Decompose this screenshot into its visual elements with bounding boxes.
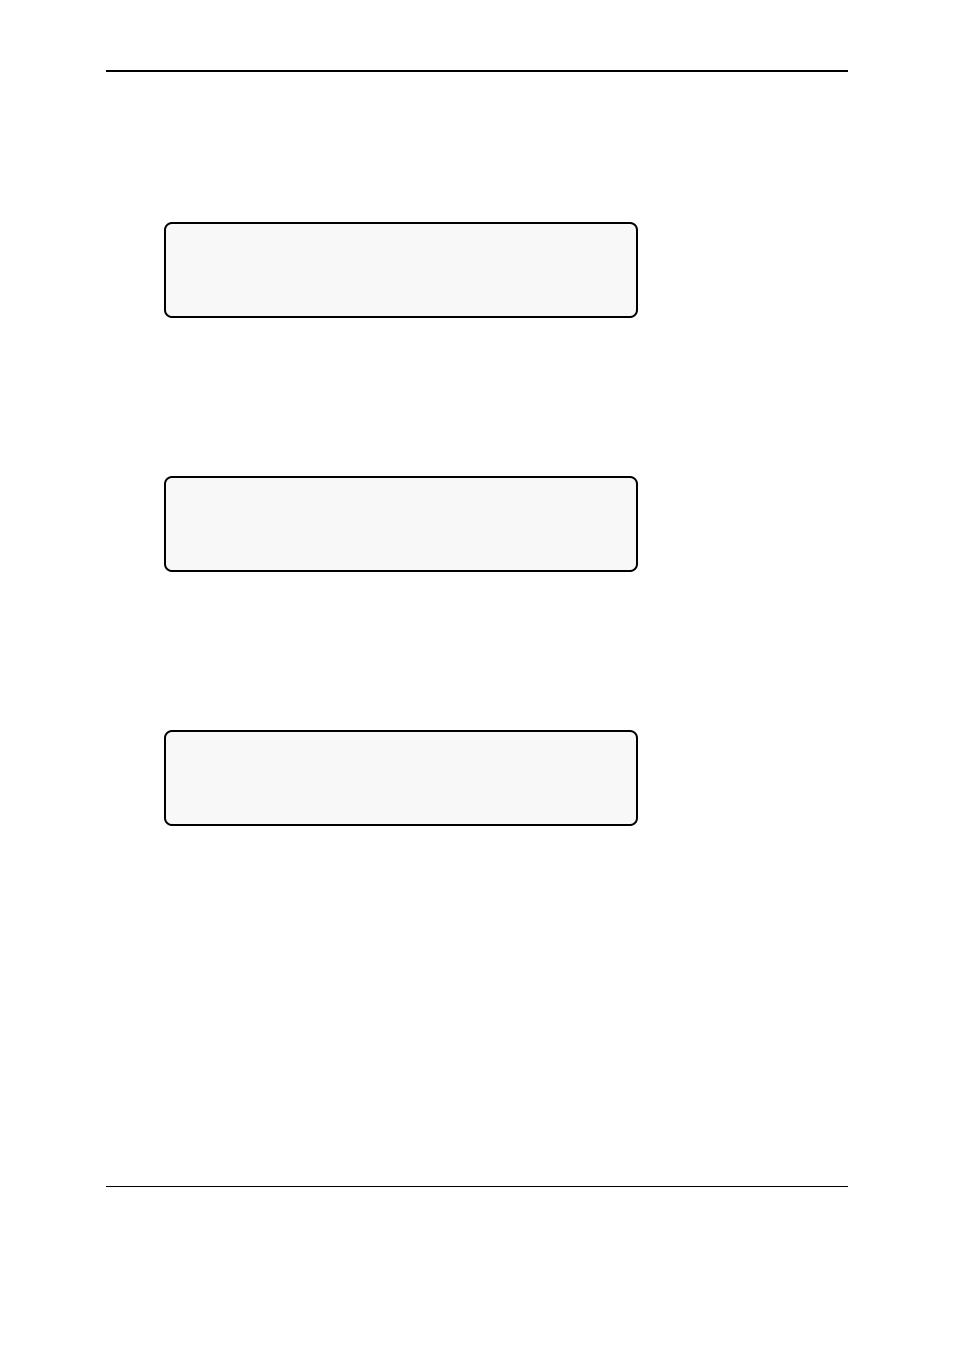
content-box-3 [164, 730, 638, 826]
footer-rule [106, 1186, 848, 1187]
header-rule [106, 70, 848, 72]
page [0, 0, 954, 1350]
content-box-1 [164, 222, 638, 318]
content-box-2 [164, 476, 638, 572]
